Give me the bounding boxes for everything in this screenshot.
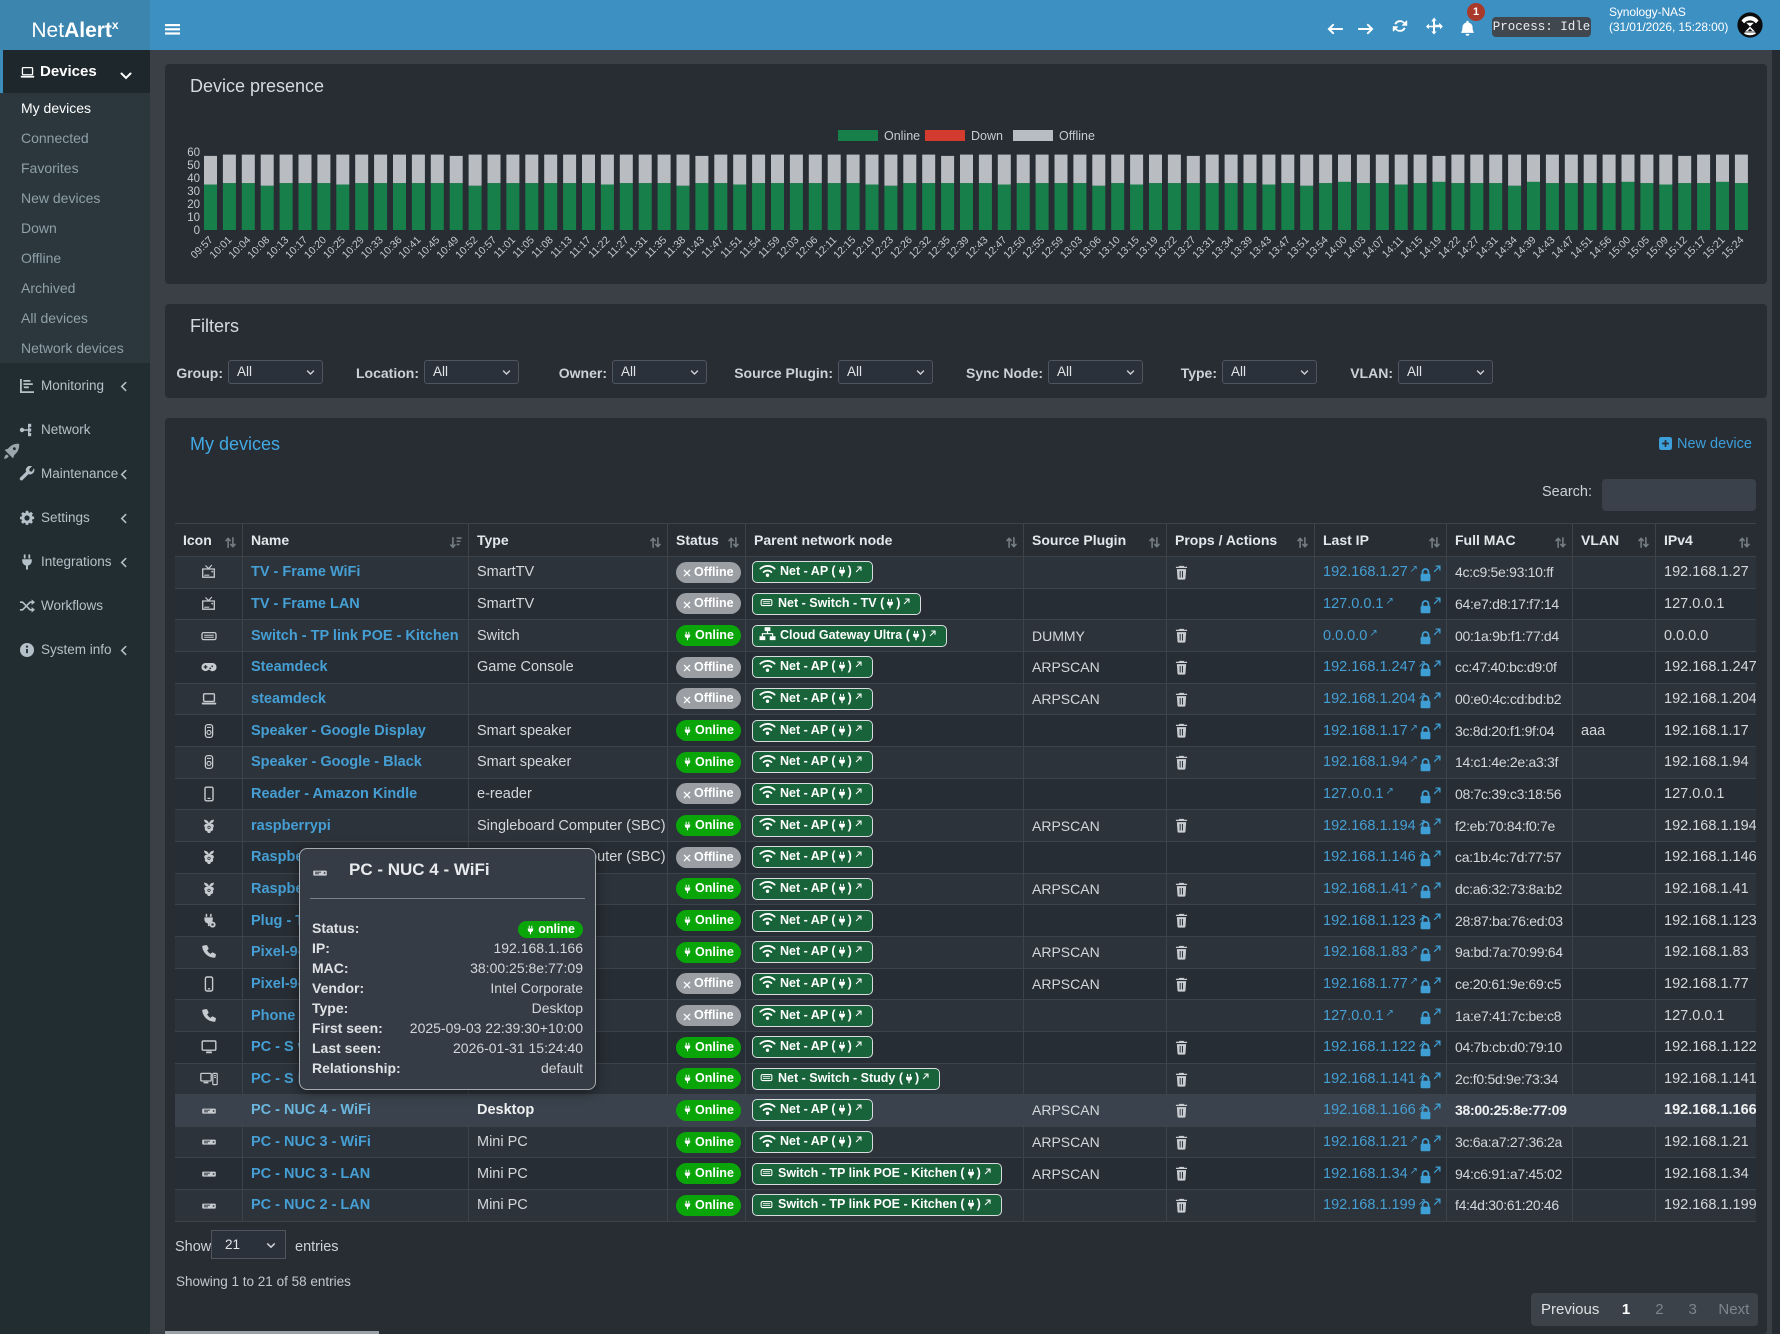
svg-text:50: 50 [187, 160, 200, 172]
svg-text:Online: Online [884, 129, 920, 143]
svg-text:Offline: Offline [1059, 129, 1095, 143]
svg-text:Down: Down [971, 129, 1003, 143]
svg-text:0: 0 [194, 225, 200, 237]
svg-text:15:24: 15:24 [1719, 234, 1746, 261]
svg-text:40: 40 [187, 173, 200, 185]
svg-text:30: 30 [187, 186, 200, 198]
svg-text:20: 20 [187, 199, 200, 211]
svg-text:10: 10 [187, 212, 200, 224]
svg-text:60: 60 [187, 147, 200, 159]
